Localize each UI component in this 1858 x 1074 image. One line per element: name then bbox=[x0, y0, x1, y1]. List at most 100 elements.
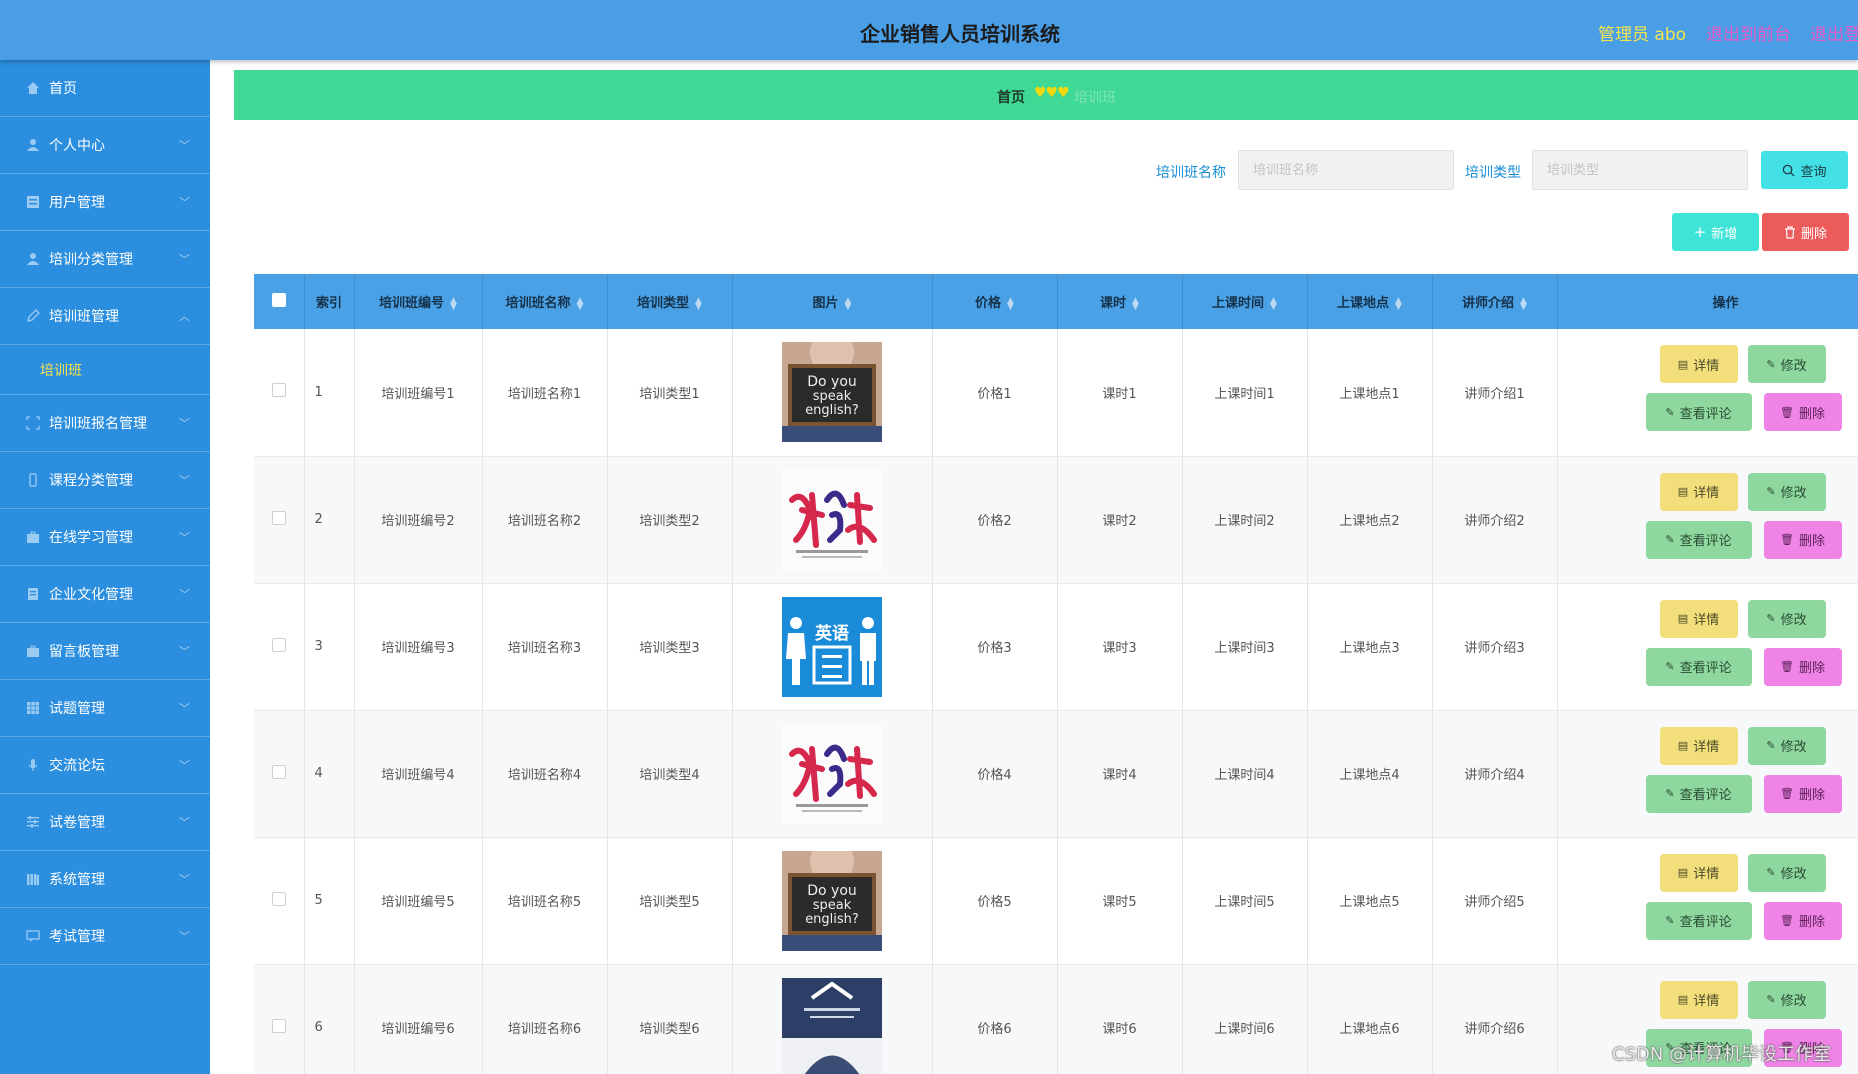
trash-icon: 🗑 bbox=[1780, 787, 1794, 800]
user-icon bbox=[27, 253, 39, 265]
row-select-cell[interactable] bbox=[254, 583, 305, 711]
column-header[interactable]: 讲师介绍 ▲ ▼ bbox=[1432, 274, 1558, 329]
sidebar-item-training-class[interactable]: 培训班管理 ︿ bbox=[0, 288, 210, 345]
row-checkbox[interactable] bbox=[271, 764, 286, 779]
cell-type: 培训类型6 bbox=[607, 964, 733, 1074]
sidebar-item-enrollment[interactable]: 培训班报名管理 ﹀ bbox=[0, 395, 210, 452]
cell-hours: 课时1 bbox=[1057, 329, 1183, 457]
sort-icon[interactable]: ▲ ▼ bbox=[845, 296, 852, 311]
training-type-label: 培训类型 bbox=[1465, 165, 1521, 181]
cell-place: 上课地点4 bbox=[1307, 710, 1433, 838]
view-comments-button[interactable]: ✎ 查看评论 bbox=[1645, 647, 1752, 686]
edit-button[interactable]: ✎ 修改 bbox=[1747, 726, 1826, 765]
class-image: Do you speak english? bbox=[782, 850, 882, 951]
sidebar-item-system[interactable]: 系统管理 ﹀ bbox=[0, 851, 210, 908]
detail-button[interactable]: ▤ 详情 bbox=[1659, 980, 1738, 1019]
column-header[interactable]: 培训班名称 ▲ ▼ bbox=[482, 274, 608, 329]
row-checkbox[interactable] bbox=[271, 510, 286, 525]
sort-icon[interactable]: ▲ ▼ bbox=[1395, 296, 1402, 311]
edit-button[interactable]: ✎ 修改 bbox=[1747, 980, 1826, 1019]
sidebar-item-training-category[interactable]: 培训分类管理 ﹀ bbox=[0, 231, 210, 288]
sidebar: 首页 个人中心 ﹀ 用户管理 ﹀ 培训分类管理 ﹀ 培训班管理 ︿ 培训班 培训… bbox=[0, 60, 210, 1074]
column-header[interactable]: 价格 ▲ ▼ bbox=[932, 274, 1058, 329]
detail-button[interactable]: ▤ 详情 bbox=[1659, 472, 1738, 511]
view-comments-button[interactable]: ✎ 查看评论 bbox=[1645, 520, 1752, 559]
sort-icon[interactable]: ▲ ▼ bbox=[1007, 296, 1014, 311]
select-all-header[interactable] bbox=[254, 274, 305, 329]
sort-icon[interactable]: ▲ ▼ bbox=[1520, 296, 1527, 311]
sort-icon[interactable]: ▲ ▼ bbox=[450, 296, 457, 311]
row-delete-button[interactable]: 🗑 删除 bbox=[1763, 774, 1842, 813]
cell-code: 培训班编号5 bbox=[354, 837, 483, 965]
row-checkbox[interactable] bbox=[271, 891, 286, 906]
sidebar-item-course-category[interactable]: 课程分类管理 ﹀ bbox=[0, 452, 210, 509]
detail-button[interactable]: ▤ 详情 bbox=[1659, 345, 1738, 384]
admin-label[interactable]: 管理员 abo bbox=[1598, 20, 1686, 45]
select-all-checkbox[interactable] bbox=[271, 292, 286, 307]
exit-to-front-link[interactable]: 退出到前台 bbox=[1706, 20, 1791, 45]
detail-button[interactable]: ▤ 详情 bbox=[1659, 726, 1738, 765]
row-select-cell[interactable] bbox=[254, 329, 305, 457]
sidebar-item-questions[interactable]: 试题管理 ﹀ bbox=[0, 680, 210, 737]
cell-price: 价格1 bbox=[932, 329, 1058, 457]
sidebar-item-culture[interactable]: 企业文化管理 ﹀ bbox=[0, 566, 210, 623]
row-delete-button[interactable]: 🗑 删除 bbox=[1763, 393, 1842, 432]
edit-button[interactable]: ✎ 修改 bbox=[1747, 599, 1826, 638]
sidebar-item-message-board[interactable]: 留言板管理 ﹀ bbox=[0, 623, 210, 680]
sidebar-item-home[interactable]: 首页 bbox=[0, 60, 210, 117]
view-comments-button[interactable]: ✎ 查看评论 bbox=[1645, 901, 1752, 940]
sort-icon[interactable]: ▲ ▼ bbox=[1270, 296, 1277, 311]
sort-icon[interactable]: ▲ ▼ bbox=[1132, 296, 1139, 311]
view-comments-button[interactable]: ✎ 查看评论 bbox=[1645, 393, 1752, 432]
batch-delete-button[interactable]: 删除 bbox=[1762, 213, 1849, 251]
row-select-cell[interactable] bbox=[254, 837, 305, 965]
row-delete-button[interactable]: 🗑 删除 bbox=[1763, 901, 1842, 940]
column-header[interactable]: 培训类型 ▲ ▼ bbox=[607, 274, 733, 329]
column-header[interactable]: 图片 ▲ ▼ bbox=[732, 274, 933, 329]
column-header[interactable]: 上课地点 ▲ ▼ bbox=[1307, 274, 1433, 329]
sidebar-item-papers[interactable]: 试卷管理 ﹀ bbox=[0, 794, 210, 851]
sort-icon[interactable]: ▲ ▼ bbox=[577, 296, 584, 311]
detail-button[interactable]: ▤ 详情 bbox=[1659, 599, 1738, 638]
chevron-down-icon: ﹀ bbox=[179, 196, 190, 209]
exit-login-link[interactable]: 退出登 bbox=[1810, 20, 1858, 45]
sidebar-item-label: 培训班管理 bbox=[49, 309, 119, 325]
column-header[interactable]: 培训班编号 ▲ ▼ bbox=[354, 274, 483, 329]
row-select-cell[interactable] bbox=[254, 456, 305, 584]
query-button[interactable]: 查询 bbox=[1761, 151, 1848, 189]
class-name-label: 培训班名称 bbox=[1156, 165, 1226, 181]
add-button[interactable]: + 新增 bbox=[1672, 213, 1759, 251]
sidebar-item-label: 在线学习管理 bbox=[49, 530, 133, 546]
row-select-cell[interactable] bbox=[254, 710, 305, 838]
row-delete-button[interactable]: 🗑 删除 bbox=[1763, 520, 1842, 559]
sidebar-item-users[interactable]: 用户管理 ﹀ bbox=[0, 174, 210, 231]
row-checkbox[interactable] bbox=[271, 637, 286, 652]
column-header[interactable]: 课时 ▲ ▼ bbox=[1057, 274, 1183, 329]
sidebar-item-exams[interactable]: 考试管理 ﹀ bbox=[0, 908, 210, 965]
edit-button[interactable]: ✎ 修改 bbox=[1747, 472, 1826, 511]
column-header[interactable]: 上课时间 ▲ ▼ bbox=[1182, 274, 1308, 329]
edit-button[interactable]: ✎ 修改 bbox=[1747, 853, 1826, 892]
cell-type: 培训类型4 bbox=[607, 710, 733, 838]
sidebar-item-online-learning[interactable]: 在线学习管理 ﹀ bbox=[0, 509, 210, 566]
sidebar-item-personal[interactable]: 个人中心 ﹀ bbox=[0, 117, 210, 174]
view-comments-button[interactable]: ✎ 查看评论 bbox=[1645, 774, 1752, 813]
svg-text:english?: english? bbox=[805, 403, 859, 418]
library-icon bbox=[27, 874, 39, 885]
row-checkbox[interactable] bbox=[271, 383, 286, 398]
sidebar-item-forum[interactable]: 交流论坛 ﹀ bbox=[0, 737, 210, 794]
row-checkbox[interactable] bbox=[271, 1018, 286, 1033]
row-delete-button[interactable]: 🗑 删除 bbox=[1763, 647, 1842, 686]
table-header-row: 索引 培训班编号 ▲ ▼ 培训班名称 ▲ ▼ 培训类型 ▲ ▼ 图片 ▲ ▼ 价格 ▲ ▼ 课时 ▲ ▼… bbox=[254, 274, 1858, 329]
training-type-input[interactable] bbox=[1532, 150, 1748, 190]
sidebar-subitem-training-class[interactable]: 培训班 bbox=[0, 345, 210, 395]
column-header: 操作 bbox=[1557, 274, 1858, 329]
detail-button[interactable]: ▤ 详情 bbox=[1659, 853, 1738, 892]
edit-button[interactable]: ✎ 修改 bbox=[1747, 345, 1826, 384]
breadcrumb-home[interactable]: 首页 bbox=[997, 87, 1025, 107]
row-select-cell[interactable] bbox=[254, 964, 305, 1074]
cell-hours: 课时3 bbox=[1057, 583, 1183, 711]
sort-icon[interactable]: ▲ ▼ bbox=[695, 296, 702, 311]
plus-icon: + bbox=[1693, 223, 1707, 241]
class-name-input[interactable] bbox=[1238, 150, 1454, 190]
